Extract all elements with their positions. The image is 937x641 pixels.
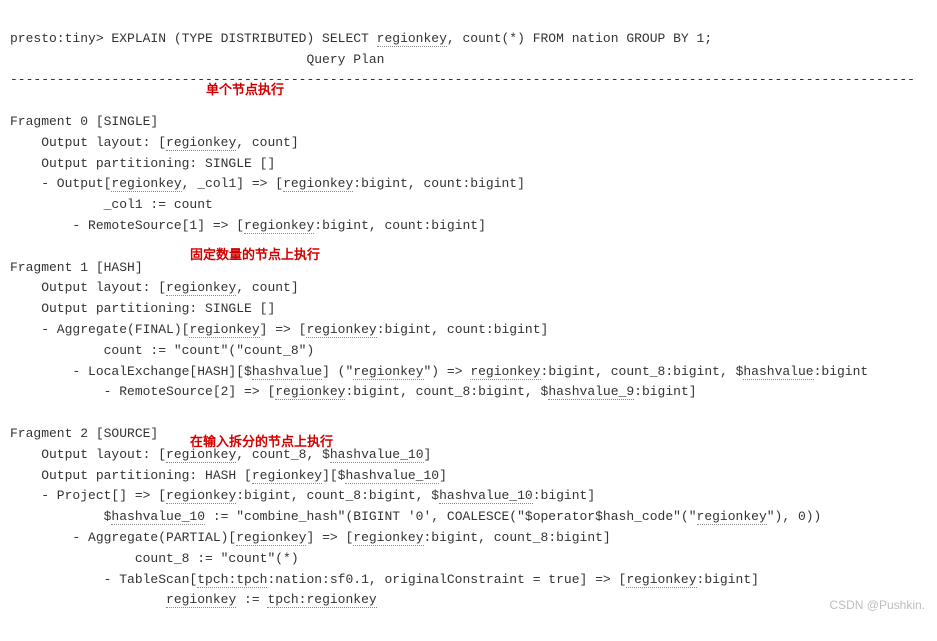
fragment-0-header: Fragment 0 [SINGLE] [10,114,158,129]
frag1-aggregate-final: - Aggregate(FINAL)[regionkey] => [region… [10,322,548,338]
divider: ----------------------------------------… [10,72,915,87]
frag0-output-layout: Output layout: [regionkey, count] [10,135,299,151]
frag0-remote-source: - RemoteSource[1] => [regionkey:bigint, … [10,218,486,234]
frag1-count-assign: count := "count"("count_8") [10,343,314,358]
frag1-remote-source: - RemoteSource[2] => [regionkey:bigint, … [10,384,697,400]
plan-title: Query Plan [10,52,384,67]
query-plan-output: presto:tiny> EXPLAIN (TYPE DISTRIBUTED) … [10,8,927,611]
frag1-output-layout: Output layout: [regionkey, count] [10,280,299,296]
frag1-local-exchange: - LocalExchange[HASH][$hashvalue] ("regi… [10,364,868,380]
frag1-output-partitioning: Output partitioning: SINGLE [] [10,301,275,316]
frag2-project: - Project[] => [regionkey:bigint, count_… [10,488,595,504]
annotation-frag1: 固定数量的节点上执行 [190,245,320,266]
watermark: CSDN @Pushkin. [829,596,925,615]
frag2-aggregate-partial: - Aggregate(PARTIAL)[regionkey] => [regi… [10,530,611,546]
frag2-regionkey-assign: regionkey := tpch:regionkey [10,592,377,608]
annotation-frag0: 单个节点执行 [206,80,284,101]
frag2-hashvalue-assign: $hashvalue_10 := "combine_hash"(BIGINT '… [10,509,821,525]
frag2-count-assign: count_8 := "count"(*) [10,551,299,566]
prompt-line: presto:tiny> EXPLAIN (TYPE DISTRIBUTED) … [10,31,712,47]
frag0-col1-assign: _col1 := count [10,197,213,212]
frag2-output-partitioning: Output partitioning: HASH [regionkey][$h… [10,468,447,484]
fragment-1-header: Fragment 1 [HASH] [10,260,143,275]
col-regionkey: regionkey [377,31,447,47]
fragment-2-header: Fragment 2 [SOURCE] [10,426,158,441]
frag0-output-node: - Output[regionkey, _col1] => [regionkey… [10,176,525,192]
frag2-tablescan: - TableScan[tpch:tpch:nation:sf0.1, orig… [10,572,759,588]
annotation-frag2: 在输入拆分的节点上执行 [190,432,333,453]
frag0-output-partitioning: Output partitioning: SINGLE [] [10,156,275,171]
